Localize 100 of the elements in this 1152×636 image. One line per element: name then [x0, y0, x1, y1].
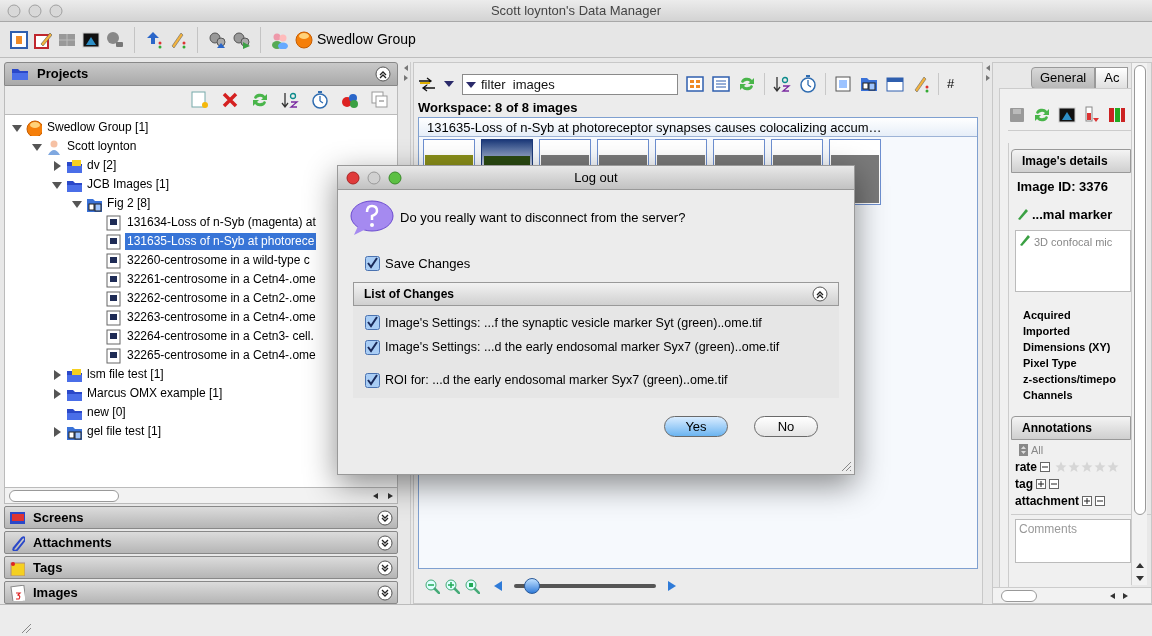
window-controls-icon[interactable]	[346, 170, 402, 185]
tree-item[interactable]: dv [2]	[85, 157, 119, 174]
checkbox-label[interactable]: Save Changes	[385, 254, 471, 274]
upload-icon[interactable]	[145, 30, 163, 49]
list-view-icon[interactable]	[712, 75, 730, 93]
panel-header[interactable]: Images	[4, 581, 398, 604]
star-icon[interactable]	[1094, 461, 1106, 473]
star-icon[interactable]	[1107, 461, 1119, 473]
horizontal-scrollbar[interactable]	[4, 488, 398, 504]
tree-item[interactable]: 32260-centrosome in a wild-type c	[125, 252, 312, 269]
section-header[interactable]: Annotations	[1011, 416, 1131, 440]
collapsed-arrow-icon[interactable]	[51, 368, 63, 381]
collapsed-arrow-icon[interactable]	[51, 159, 63, 172]
section-header[interactable]: Image's details	[1011, 149, 1131, 173]
sort-icon[interactable]	[773, 75, 791, 93]
tree-item[interactable]: Swedlow Group [1]	[45, 119, 151, 136]
zoom-fit-icon[interactable]	[464, 578, 480, 594]
tree-item[interactable]: JCB Images [1]	[85, 176, 172, 193]
expand-icon[interactable]	[377, 584, 393, 601]
tree-item[interactable]: gel file test [1]	[85, 423, 164, 440]
scrollbar-thumb[interactable]	[1133, 65, 1146, 515]
collapse-icon[interactable]	[812, 285, 828, 302]
scrollbar-thumb[interactable]	[9, 489, 119, 502]
checkbox-label[interactable]: Image's Settings: ...f the synaptic vesicle marker Syt (green)..ome.tif	[385, 313, 762, 333]
stopwatch-icon[interactable]	[311, 91, 329, 109]
panel-header[interactable]: Attachments	[4, 531, 398, 554]
tree-item[interactable]: 32262-centrosome in a Cetn2-.ome	[125, 290, 318, 307]
panel-header[interactable]: Projects	[4, 62, 398, 86]
picture-icon[interactable]	[1058, 105, 1076, 124]
tab[interactable]: Ac	[1095, 67, 1129, 89]
tree-item[interactable]: Fig 2 [8]	[105, 195, 153, 212]
tag-filter-icon[interactable]	[341, 91, 359, 109]
splitter-arrows-icon[interactable]	[984, 64, 991, 82]
resize-grip-icon[interactable]	[20, 622, 32, 634]
image-name[interactable]: ...mal marker	[1032, 204, 1113, 224]
edit-icon[interactable]	[34, 30, 52, 49]
star-icon[interactable]	[1055, 461, 1067, 473]
magnifier-icon[interactable]	[106, 30, 124, 49]
default-button[interactable]: Yes	[664, 415, 728, 437]
channels-icon[interactable]	[1108, 105, 1126, 124]
tree-item[interactable]: Scott loynton	[65, 138, 139, 155]
dropdown-caret-icon[interactable]	[466, 80, 476, 89]
expand-icon[interactable]	[377, 509, 393, 526]
tree-item[interactable]: 131634-Loss of n-Syb (magenta) at	[125, 214, 318, 231]
tree-item[interactable]: Marcus OMX example [1]	[85, 385, 225, 402]
tree-item[interactable]: 32265-centrosome in a Cetn4-.ome	[125, 347, 318, 364]
window-icon[interactable]	[10, 30, 28, 49]
dataset-icon[interactable]	[860, 75, 878, 93]
swap-arrows-icon[interactable]	[418, 75, 436, 93]
tree-item[interactable]: 32263-centrosome in a Cetn4-.ome	[125, 309, 318, 326]
checked-checkbox[interactable]	[365, 340, 380, 356]
slider-thumb[interactable]	[524, 578, 541, 594]
edit-icon[interactable]	[912, 75, 930, 93]
minus-icon[interactable]	[1049, 479, 1059, 489]
collapsed-arrow-icon[interactable]	[51, 425, 63, 438]
grid-view-icon[interactable]	[686, 75, 704, 93]
pencil-icon[interactable]	[1017, 208, 1029, 221]
minus-icon[interactable]	[1095, 496, 1105, 506]
checkbox-label[interactable]: Image's Settings: ...d the early endosomal marker Syx7 (green)..ome.tif	[385, 338, 780, 357]
stopwatch-icon[interactable]	[799, 75, 817, 93]
star-rating[interactable]	[1055, 461, 1119, 473]
expand-icon[interactable]	[377, 534, 393, 551]
zoom-in-icon[interactable]	[444, 578, 460, 594]
group-name[interactable]: Swedlow Group	[317, 29, 416, 50]
picture-icon[interactable]	[82, 30, 100, 49]
star-icon[interactable]	[1068, 461, 1080, 473]
description-field[interactable]: 3D confocal mic	[1015, 230, 1131, 292]
expand-icon[interactable]	[377, 559, 393, 576]
checked-checkbox[interactable]	[365, 372, 380, 388]
dropdown-caret-icon[interactable]	[444, 80, 454, 88]
zoom-out-icon[interactable]	[424, 578, 440, 594]
tab[interactable]: General	[1031, 67, 1096, 89]
checkbox-label[interactable]: ROI for: ...d the early endosomal marker Syx7 (green)..ome.tif	[385, 371, 728, 390]
pencil-icon[interactable]	[169, 30, 187, 49]
tree-item[interactable]: lsm file test [1]	[85, 366, 166, 383]
measure-icon[interactable]	[1083, 105, 1101, 124]
vertical-scrollbar[interactable]	[1131, 63, 1147, 585]
collapsed-arrow-icon[interactable]	[51, 387, 63, 400]
panel-header[interactable]: Screens	[4, 506, 398, 529]
star-icon[interactable]	[1081, 461, 1093, 473]
gears-icon[interactable]	[208, 30, 226, 49]
splitter-arrows-icon[interactable]	[403, 64, 409, 82]
tree-item[interactable]: 32264-centrosome in a Cetn3- cell.	[125, 328, 316, 345]
right-arrow-icon[interactable]	[666, 580, 678, 592]
sort-icon[interactable]	[281, 91, 299, 109]
filter-field[interactable]: filter images	[462, 73, 678, 95]
tree-item[interactable]: 131635-Loss of n-Syb at photorece	[125, 233, 317, 250]
collapse-icon[interactable]	[375, 66, 391, 82]
panel-header[interactable]: List of Changes	[353, 281, 839, 306]
delete-icon[interactable]	[221, 91, 239, 109]
tree-item[interactable]: 32261-centrosome in a Cetn4-.ome	[125, 271, 318, 288]
comments-field[interactable]: Comments	[1015, 518, 1131, 563]
checked-checkbox[interactable]	[365, 315, 380, 331]
viewer-icon[interactable]	[834, 75, 852, 93]
checked-checkbox[interactable]	[365, 256, 380, 272]
tree-item[interactable]: new [0]	[85, 404, 128, 421]
minus-icon[interactable]	[1040, 462, 1050, 472]
group-icon[interactable]	[295, 30, 313, 49]
panel-header[interactable]: Tags	[4, 556, 398, 579]
zoom-slider[interactable]	[514, 578, 656, 594]
